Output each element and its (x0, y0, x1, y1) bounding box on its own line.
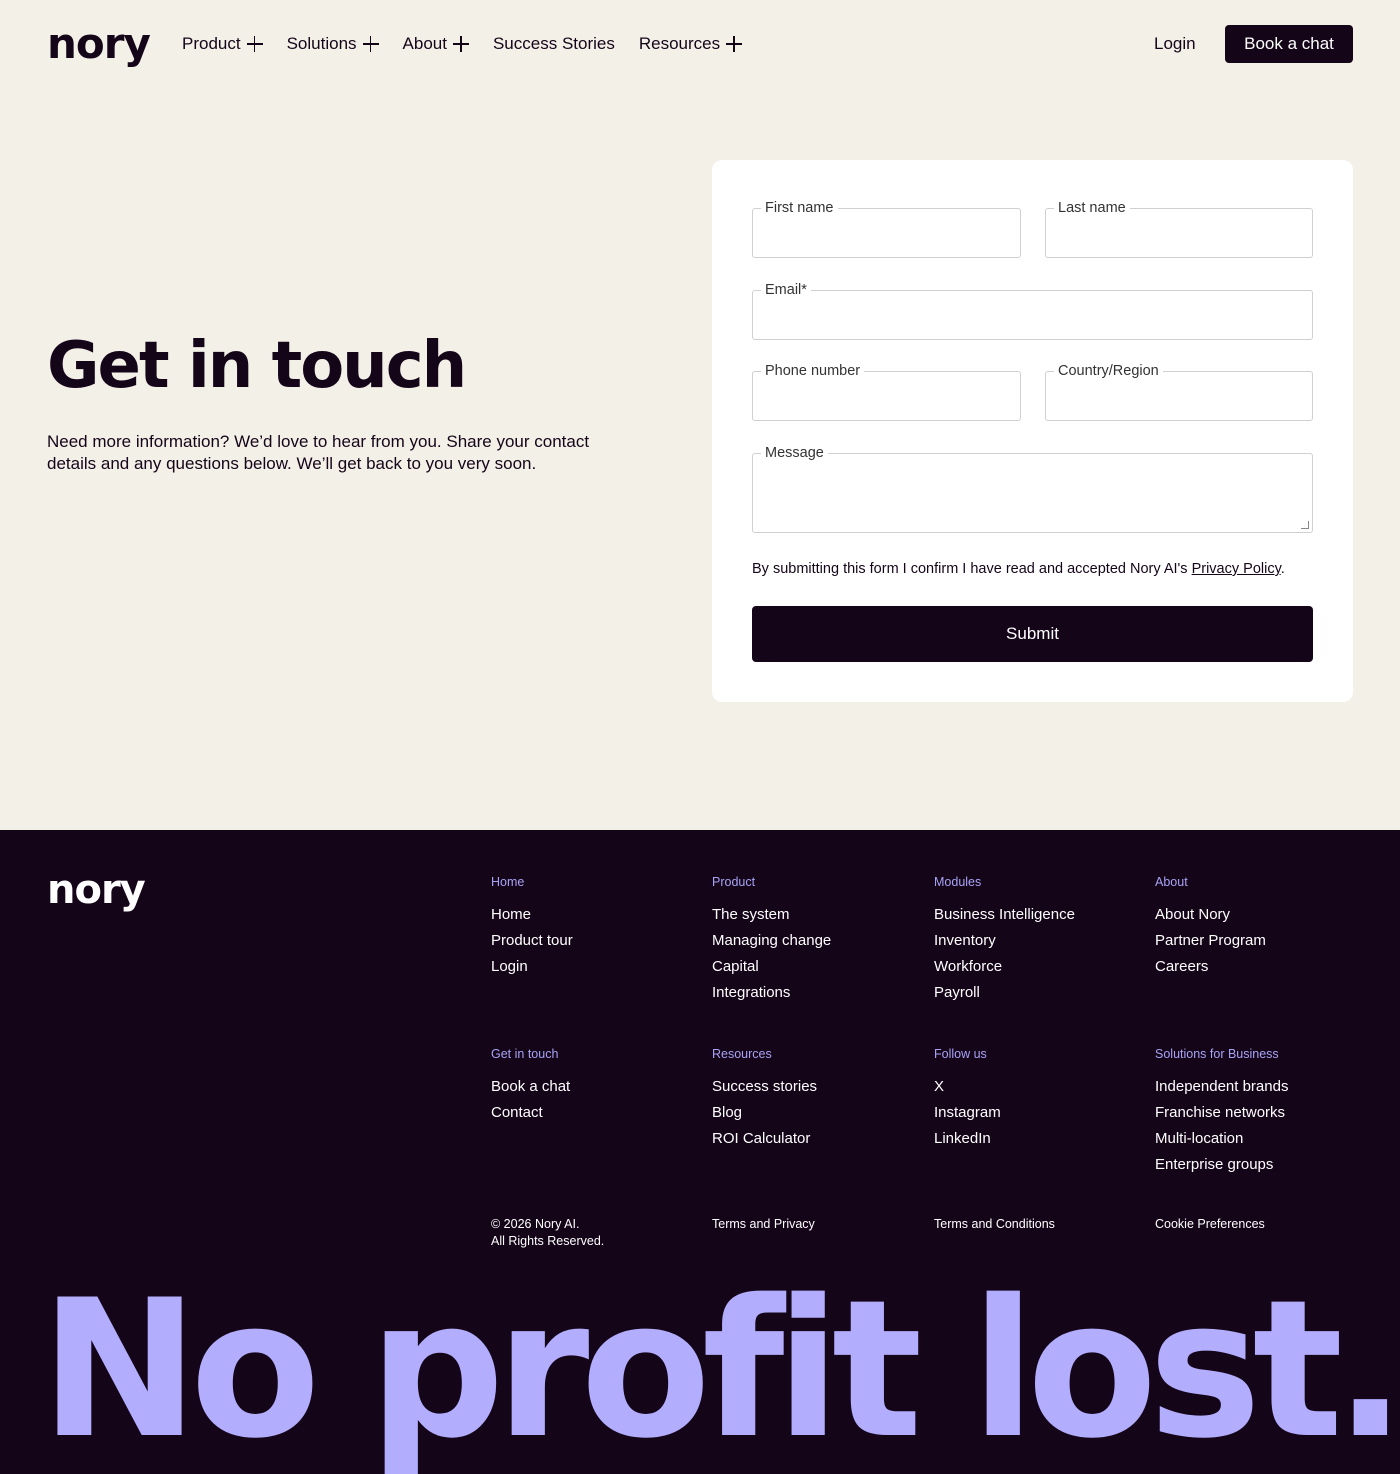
footer-column-heading: Modules (934, 875, 982, 889)
footer-link[interactable]: Business Intelligence (934, 902, 1144, 928)
main-nav: Product Solutions About Success Stories … (182, 32, 766, 56)
field-label: Country/Region (1054, 362, 1163, 380)
footer-link-linkedin[interactable]: LinkedIn (934, 1126, 1144, 1152)
footer-column-heading: Resources (712, 1047, 772, 1061)
plus-icon (246, 36, 263, 52)
resize-handle-icon[interactable] (1301, 521, 1309, 529)
terms-conditions-link[interactable]: Terms and Conditions (934, 1216, 1055, 1233)
field-label: Email* (761, 281, 811, 299)
footer-column-heading: About (1155, 875, 1188, 889)
phone-field[interactable]: Phone number (752, 362, 1021, 421)
nav-item-label: Product (182, 34, 241, 53)
footer-column-about: About About Nory Partner Program Careers (1155, 874, 1365, 980)
footer-column-get-in-touch: Get in touch Book a chat Contact (491, 1046, 701, 1126)
footer-column-heading: Home (491, 875, 525, 889)
footer-link[interactable]: Franchise networks (1155, 1100, 1365, 1126)
footer-link[interactable]: Contact (491, 1100, 701, 1126)
footer-column-heading: Follow us (934, 1047, 987, 1061)
consent-suffix: . (1280, 561, 1285, 577)
footer-column-resources: Resources Success stories Blog ROI Calcu… (712, 1046, 922, 1152)
footer-link[interactable]: Independent brands (1155, 1074, 1365, 1100)
submit-button[interactable]: Submit (752, 606, 1313, 662)
footer-link[interactable]: ROI Calculator (712, 1126, 922, 1152)
footer-link[interactable]: Enterprise groups (1155, 1152, 1365, 1178)
footer-link[interactable]: Capital (712, 954, 922, 980)
copyright-line: © 2026 Nory AI. (491, 1217, 580, 1231)
footer-link[interactable]: Multi-location (1155, 1126, 1365, 1152)
footer-link-instagram[interactable]: Instagram (934, 1100, 1144, 1126)
field-label: First name (761, 199, 838, 217)
first-name-field[interactable]: First name (752, 199, 1021, 258)
privacy-policy-link[interactable]: Privacy Policy (1192, 561, 1281, 577)
page-title: Get in touch (47, 329, 467, 403)
footer-link[interactable]: Careers (1155, 954, 1365, 980)
footer-link[interactable]: Home (491, 902, 701, 928)
nav-item-label: Resources (638, 34, 721, 53)
footer-link[interactable]: Book a chat (491, 1074, 701, 1100)
consent-text: By submitting this form I confirm I have… (752, 560, 1285, 578)
footer-column-heading: Solutions for Business (1155, 1047, 1279, 1061)
nav-item-about[interactable]: About (403, 32, 469, 56)
footer-column-heading: Product (712, 875, 756, 889)
login-link[interactable]: Login (1154, 32, 1196, 56)
footer-link[interactable]: The system (712, 902, 922, 928)
email-input[interactable] (753, 291, 1312, 339)
plus-icon (452, 36, 469, 52)
footer-link[interactable]: Partner Program (1155, 928, 1365, 954)
contact-form: First name Last name Email* Phone number… (712, 160, 1353, 702)
field-label: Message (761, 444, 828, 462)
footer-column-follow-us: Follow us X Instagram LinkedIn (934, 1046, 1144, 1152)
site-header: nory Product Solutions About Success Sto… (0, 0, 1400, 88)
last-name-field[interactable]: Last name (1045, 199, 1313, 258)
footer-link[interactable]: Workforce (934, 954, 1144, 980)
footer-link[interactable]: About Nory (1155, 902, 1365, 928)
nav-item-label: Success Stories (492, 34, 615, 53)
nav-item-label: Solutions (286, 34, 357, 53)
message-textarea[interactable] (753, 454, 1312, 532)
footer-link-x[interactable]: X (934, 1074, 1144, 1100)
nory-logo[interactable]: nory (47, 22, 151, 66)
plus-icon (362, 36, 379, 52)
footer-link[interactable]: Success stories (712, 1074, 922, 1100)
message-field[interactable]: Message (752, 444, 1313, 533)
footer-column-heading: Get in touch (491, 1047, 559, 1061)
hero-description: Need more information? We’d love to hear… (47, 432, 590, 473)
footer-link[interactable]: Inventory (934, 928, 1144, 954)
footer-column-modules: Modules Business Intelligence Inventory … (934, 874, 1144, 1006)
terms-privacy-link[interactable]: Terms and Privacy (712, 1216, 815, 1233)
country-field[interactable]: Country/Region (1045, 362, 1313, 421)
copyright-line: All Rights Reserved. (491, 1234, 605, 1248)
footer-link[interactable]: Managing change (712, 928, 922, 954)
nav-item-product[interactable]: Product (182, 32, 263, 56)
footer-link[interactable]: Payroll (934, 980, 1144, 1006)
nav-item-label: About (402, 34, 447, 53)
copyright: © 2026 Nory AI. All Rights Reserved. (491, 1216, 604, 1250)
footer-column-home: Home Home Product tour Login (491, 874, 701, 980)
footer-link[interactable]: Integrations (712, 980, 922, 1006)
book-a-chat-button[interactable]: Book a chat (1225, 25, 1353, 63)
nav-item-resources[interactable]: Resources (638, 32, 743, 56)
footer-slogan: No profit lost. (40, 1259, 1400, 1474)
site-footer: nory Home Home Product tour Login Produc… (0, 830, 1400, 1474)
consent-prefix: By submitting this form I confirm I have… (752, 561, 1192, 577)
nav-item-success-stories[interactable]: Success Stories (493, 32, 615, 56)
field-label: Phone number (761, 362, 865, 380)
footer-link[interactable]: Product tour (491, 928, 701, 954)
footer-column-solutions: Solutions for Business Independent brand… (1155, 1046, 1365, 1178)
footer-column-product: Product The system Managing change Capit… (712, 874, 922, 1006)
footer-link[interactable]: Login (491, 954, 701, 980)
nav-item-solutions[interactable]: Solutions (287, 32, 379, 56)
email-field[interactable]: Email* (752, 281, 1313, 340)
cookie-preferences-link[interactable]: Cookie Preferences (1155, 1216, 1265, 1233)
plus-icon (726, 36, 743, 52)
footer-link[interactable]: Blog (712, 1100, 922, 1126)
field-label: Last name (1054, 199, 1130, 217)
footer-nory-logo[interactable]: nory (47, 868, 146, 912)
